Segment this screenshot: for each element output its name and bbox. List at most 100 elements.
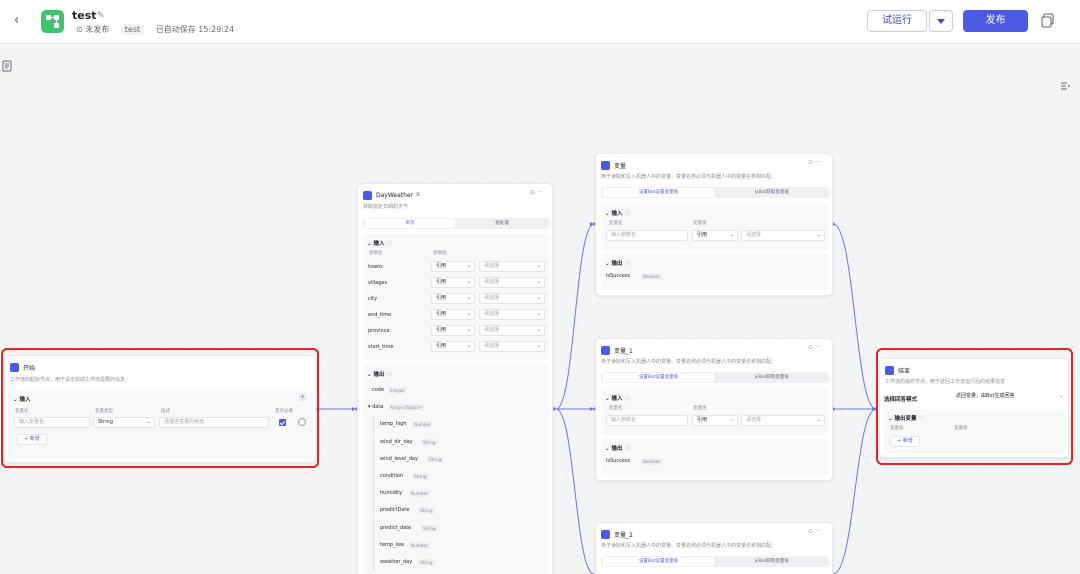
output-type: String (418, 559, 435, 566)
dayweather-input-section: ⌄ 输入 ⓘ 参数名 参数值 towns 引用 ⌄ 请选择 ⌄ villages 引用 ⌄ 请选… (363, 234, 549, 360)
variable-node-2[interactable]: 变量_2 ⊙ ··· 用于读取和写入机器人中的变量。变量名称必须与机器人中的变量… (595, 522, 833, 574)
variable-output-title[interactable]: ⌄ 输出 ⓘ (605, 444, 630, 452)
dayweather-output-section: ⌄ 输出 ⓘ code Integer ▾ data Array<Object> tem… (363, 365, 549, 574)
variable-node-0[interactable]: 变量 ⊙ ··· 用于读取和写入机器人中的变量。变量名称必须与机器人中的变量名称… (595, 153, 833, 296)
output-type: Number (409, 541, 430, 549)
tab-set-variable[interactable]: 设置Bot设置变量值 (603, 188, 714, 197)
chevron-down-icon: ⌄ (466, 327, 471, 333)
variable-input-title[interactable]: ⌄ 输入 ⓘ (605, 209, 630, 217)
param-value-select[interactable]: 请选择 ⌄ (479, 261, 545, 272)
variable-node-tools[interactable]: ⊙ ··· (808, 344, 821, 351)
plugin-link-icon[interactable]: ⧉ (416, 192, 420, 198)
chevron-down-icon: ⌄ (816, 417, 821, 423)
output-name: weather_day (380, 559, 413, 565)
param-name: start_time (368, 344, 394, 350)
tab-set-variable[interactable]: 设置Bot设置变量值 (603, 557, 714, 566)
variable-node-tools[interactable]: ⊙ ··· (808, 159, 821, 166)
tab-get-variable[interactable]: 从Bot获取变量值 (716, 373, 827, 382)
variable-input-section: ⌄ 输入 ⓘ 变量名 变量值 输入参数名 引用 ⌄ 请选择 ⌄ (601, 204, 829, 250)
variable-node-tools[interactable]: ⊙ ··· (808, 528, 821, 535)
start-node-highlight (1, 348, 319, 468)
variable-value-select[interactable]: 请选择 ⌄ (741, 230, 825, 241)
output-name: humidity (380, 490, 403, 497)
tree-line (373, 518, 374, 536)
variable-node-icon (601, 529, 610, 539)
output-name: predictDate (380, 507, 410, 514)
variable-value-select[interactable]: 请选择 ⌄ (741, 415, 825, 426)
output-name: wind_level_day (380, 455, 418, 462)
param-name: province (368, 328, 390, 334)
param-mode-select[interactable]: 引用 ⌄ (431, 261, 475, 272)
output-type: Number (409, 490, 430, 498)
arrow-var0-in (590, 222, 594, 226)
tab-batch[interactable]: 批处理 (457, 219, 547, 228)
dayweather-col-name: 参数名 (369, 251, 383, 256)
output-type: Integer (388, 387, 408, 394)
chevron-down-icon: ⌄ (729, 232, 734, 238)
dayweather-node-title: DayWeather (376, 191, 414, 199)
tree-line (373, 449, 374, 467)
dayweather-output-title[interactable]: ⌄ 输出 ⓘ (367, 370, 392, 378)
variable-mode-select[interactable]: 引用 ⌄ (692, 415, 738, 426)
param-mode-select[interactable]: 引用 ⌄ (431, 277, 475, 288)
chevron-down-icon: ⌄ (536, 327, 541, 333)
variable-node-title: 变量_2 (614, 531, 633, 539)
variable-output-name: isSuccess (606, 458, 631, 464)
dayweather-col-value: 参数值 (433, 251, 447, 256)
variable-mode-select[interactable]: 引用 ⌄ (692, 230, 738, 241)
chevron-down-icon: ⌄ (816, 232, 821, 238)
edge-weather-to-var0 (555, 223, 595, 410)
param-mode-select[interactable]: 引用 ⌄ (431, 325, 475, 336)
variable-name-input[interactable]: 输入参数名 (606, 230, 688, 241)
variable-node-icon (601, 160, 610, 170)
tree-line (373, 484, 374, 502)
chevron-down-icon: ⌄ (466, 279, 471, 285)
tab-single[interactable]: 单次 (365, 219, 455, 228)
tab-get-variable[interactable]: 从Bot获取变量值 (716, 557, 827, 566)
variable-output-type: Boolean (641, 273, 662, 280)
param-name: villages (368, 280, 388, 286)
arrow-var1-in (590, 407, 594, 411)
chevron-down-icon: ⌄ (466, 295, 471, 301)
dayweather-node-icon (363, 190, 372, 200)
dayweather-node-tools[interactable]: ⊙ ··· (530, 189, 543, 196)
param-value-select[interactable]: 请选择 ⌄ (479, 341, 545, 352)
output-name[interactable]: ▾ data (368, 404, 383, 410)
variable-output-title[interactable]: ⌄ 输出 ⓘ (605, 259, 630, 267)
variable-col-value: 变量值 (693, 221, 707, 226)
output-type: Number (412, 421, 433, 429)
param-value-select[interactable]: 请选择 ⌄ (479, 325, 545, 336)
param-name: end_time (368, 312, 392, 318)
output-name: wind_dir_day (380, 438, 413, 445)
tab-set-variable[interactable]: 设置Bot设置变量值 (603, 373, 714, 382)
dayweather-node[interactable]: DayWeather ⧉ ⊙ ··· 获取指定日期的天气 单次 批处理 ⌄ 输入… (357, 183, 553, 574)
output-type: String (427, 455, 444, 463)
param-value-select[interactable]: 请选择 ⌄ (479, 293, 545, 304)
edge-var2-to-end (832, 408, 877, 574)
variable-output-section: ⌄ 输出 ⓘ isSuccess Boolean (601, 254, 829, 290)
chevron-down-icon: ⌄ (536, 295, 541, 301)
param-mode-select[interactable]: 引用 ⌄ (431, 293, 475, 304)
dayweather-tabs: 单次 批处理 (363, 218, 549, 229)
tab-get-variable[interactable]: 从Bot获取变量值 (716, 188, 827, 197)
edge-weather-to-var2 (555, 408, 595, 574)
param-mode-select[interactable]: 引用 ⌄ (431, 309, 475, 320)
variable-output-type: Boolean (641, 458, 662, 465)
variable-node-1[interactable]: 变量_1 ⊙ ··· 用于读取和写入机器人中的变量。变量名称必须与机器人中的变量… (595, 338, 833, 481)
chevron-down-icon: ⌄ (729, 417, 734, 423)
output-type: String (412, 473, 429, 480)
output-name: code (372, 387, 385, 393)
dayweather-input-title[interactable]: ⌄ 输入 ⓘ (367, 239, 392, 247)
variable-col-name: 变量名 (609, 406, 623, 411)
output-type: String (421, 524, 438, 532)
variable-name-input[interactable]: 输入参数名 (606, 415, 688, 426)
chevron-down-icon: ⌄ (536, 311, 541, 317)
arrow-weather-in (352, 407, 356, 411)
variable-input-title[interactable]: ⌄ 输入 ⓘ (605, 394, 630, 402)
param-mode-select[interactable]: 引用 ⌄ (431, 341, 475, 352)
param-value-select[interactable]: 请选择 ⌄ (479, 277, 545, 288)
output-name: temp_high (380, 421, 407, 428)
end-node-highlight (876, 348, 1073, 465)
param-value-select[interactable]: 请选择 ⌄ (479, 309, 545, 320)
chevron-down-icon: ⌄ (536, 343, 541, 349)
